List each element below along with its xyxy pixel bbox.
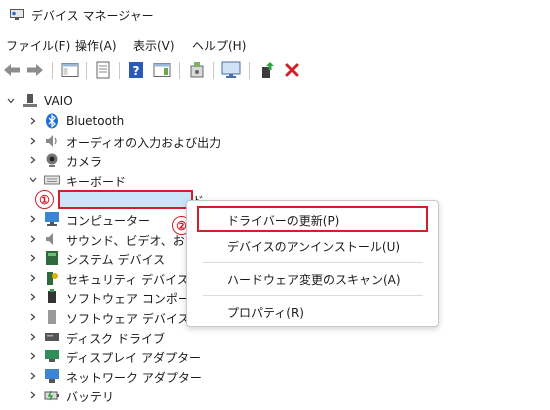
scan-hardware-icon[interactable] [186, 59, 208, 81]
menu-scan-hardware-label: ハードウェア変更のスキャン(A) [227, 273, 401, 287]
tree-item-bluetooth[interactable]: Bluetooth [0, 111, 550, 131]
tree-item-display-adapters[interactable]: ディスプレイ アダプター [0, 346, 550, 366]
chevron-right-icon[interactable] [29, 156, 37, 164]
chevron-down-icon[interactable] [7, 97, 15, 105]
monitor-icon[interactable] [220, 59, 242, 81]
chevron-right-icon[interactable] [29, 137, 37, 145]
chevron-right-icon[interactable] [29, 254, 37, 262]
software-device-icon [44, 309, 60, 325]
chevron-right-icon[interactable] [29, 313, 37, 321]
tree-item-label: バッテリ [66, 390, 115, 405]
tree-item-disk-drives[interactable]: ディスク ドライブ [0, 327, 550, 347]
camera-icon [44, 152, 60, 168]
tree-item-label: ディスプレイ アダプター [66, 351, 201, 366]
toolbar-separator [249, 62, 250, 79]
toolbar-separator [86, 62, 87, 79]
tree-item-network-adapters[interactable]: ネットワーク アダプター [0, 366, 550, 386]
chevron-right-icon[interactable] [29, 293, 37, 301]
menu-separator [203, 262, 423, 263]
selected-device-highlight[interactable] [58, 190, 193, 209]
system-devices-icon [44, 250, 60, 266]
tree-item-label: オーディオの入力および出力 [66, 135, 222, 150]
tree-item-label: カメラ [66, 155, 103, 170]
computer-icon [22, 93, 38, 109]
properties-pane-icon[interactable] [59, 59, 81, 81]
chevron-right-icon[interactable] [29, 215, 37, 223]
action-pane-icon[interactable] [151, 59, 173, 81]
toolbar-separator [119, 62, 120, 79]
tree-item-label: キーボード [66, 174, 127, 189]
menu-scan-hardware[interactable]: ハードウェア変更のスキャン(A) [197, 265, 428, 291]
step-1-badge: ① [35, 190, 54, 209]
tree-item-audio-io[interactable]: オーディオの入力および出力 [0, 131, 550, 151]
details-icon[interactable] [92, 59, 114, 81]
toolbar-separator [179, 62, 180, 79]
back-icon[interactable] [1, 59, 23, 81]
tree-root[interactable]: VAIO [0, 91, 550, 111]
tree-item-label: Bluetooth [66, 114, 125, 128]
tree-item-batteries[interactable]: バッテリ [0, 385, 550, 405]
keyboard-icon [44, 172, 60, 188]
menu-update-driver[interactable]: ドライバーの更新(P) [197, 206, 428, 232]
svg-text:?: ? [133, 64, 140, 78]
tree-item-label: システム デバイス [66, 253, 166, 268]
toolbar-separator [52, 62, 53, 79]
chevron-right-icon[interactable] [29, 333, 37, 341]
network-adapter-icon [44, 368, 60, 384]
help-icon[interactable]: ? [125, 59, 147, 81]
menu-bar: ファイル(F) 操作(A) 表示(V) ヘルプ(H) [0, 33, 550, 55]
context-menu: ドライバーの更新(P) デバイスのアンインストール(U) ハードウェア変更のスキ… [186, 200, 439, 327]
toolbar-separator [213, 62, 214, 79]
chevron-right-icon[interactable] [29, 235, 37, 243]
menu-uninstall-device[interactable]: デバイスのアンインストール(U) [197, 232, 428, 258]
computer-icon [44, 211, 60, 227]
menu-help[interactable]: ヘルプ(H) [192, 37, 246, 54]
disk-drive-icon [44, 329, 60, 345]
chevron-right-icon[interactable] [29, 274, 37, 282]
window-title: デバイス マネージャー [31, 9, 154, 23]
tree-item-label: ディスク ドライブ [66, 331, 165, 346]
tree-item-keyboard[interactable]: キーボード [0, 170, 550, 190]
tree-item-camera[interactable]: カメラ [0, 150, 550, 170]
title-bar: デバイス マネージャー [0, 0, 550, 30]
tree-item-label: ソフトウェア デバイス [66, 312, 190, 326]
bluetooth-icon [44, 113, 60, 129]
tree-root-label: VAIO [44, 94, 73, 108]
chevron-down-icon[interactable] [29, 176, 37, 184]
security-device-icon [44, 270, 60, 286]
update-driver-icon[interactable] [256, 59, 278, 81]
menu-uninstall-device-label: デバイスのアンインストール(U) [227, 240, 401, 254]
chevron-right-icon[interactable] [29, 117, 37, 125]
chevron-right-icon[interactable] [29, 391, 37, 399]
menu-file[interactable]: ファイル(F) [6, 37, 70, 54]
device-manager-icon [10, 9, 24, 20]
software-component-icon [44, 289, 60, 305]
chevron-right-icon[interactable] [29, 372, 37, 380]
forward-icon[interactable] [24, 59, 46, 81]
uninstall-icon[interactable] [281, 59, 303, 81]
display-adapter-icon [44, 348, 60, 364]
menu-separator [203, 295, 423, 296]
tree-item-label: コンピューター [66, 214, 151, 228]
audio-io-icon [44, 133, 60, 149]
sound-video-icon [44, 231, 60, 247]
chevron-right-icon[interactable] [29, 352, 37, 360]
menu-properties-label: プロパティ(R) [227, 306, 304, 320]
menu-update-driver-label: ドライバーの更新(P) [227, 214, 340, 228]
tree-item-label: セキュリティ デバイス [66, 272, 189, 287]
menu-view[interactable]: 表示(V) [133, 37, 175, 54]
toolbar: ? [0, 57, 550, 84]
tree-item-label: ネットワーク アダプター [66, 370, 202, 385]
battery-icon [44, 387, 60, 403]
menu-action[interactable]: 操作(A) [75, 37, 117, 54]
menu-properties[interactable]: プロパティ(R) [197, 298, 428, 324]
